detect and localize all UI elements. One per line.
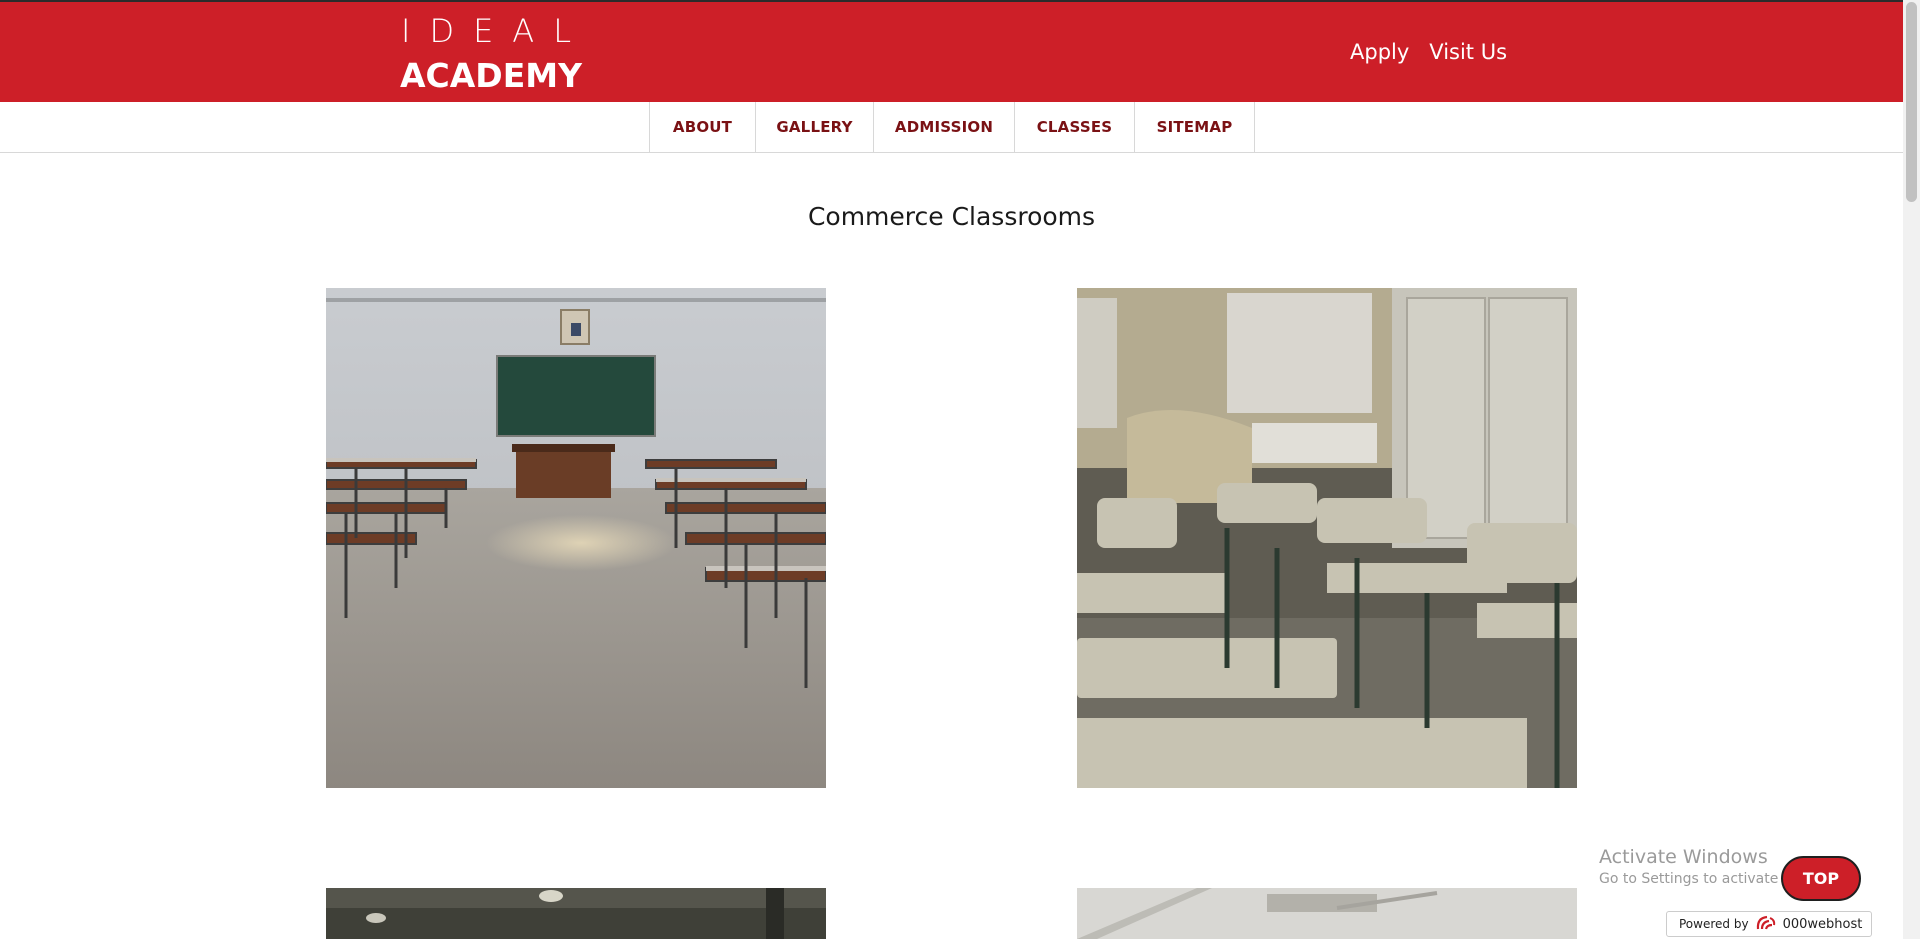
logo-ideal[interactable]: IDEAL [401, 12, 590, 50]
nav-menu: ABOUT GALLERY ADMISSION CLASSES SITEMAP [649, 102, 1255, 152]
powered-by-badge[interactable]: Powered by 000webhost [1666, 911, 1872, 937]
nav-classes[interactable]: CLASSES [1015, 102, 1135, 152]
webhost-name: 000webhost [1782, 916, 1863, 932]
nav-admission[interactable]: ADMISSION [874, 102, 1015, 152]
webhost-logo-icon [1755, 914, 1777, 935]
classroom-photo-1[interactable] [326, 288, 826, 788]
main-navigation: ABOUT GALLERY ADMISSION CLASSES SITEMAP [0, 102, 1903, 153]
page-title: Commerce Classrooms [807, 202, 1096, 231]
scroll-top-button[interactable]: TOP [1781, 856, 1861, 901]
nav-about[interactable]: ABOUT [650, 102, 756, 152]
classroom-photo-2[interactable] [1077, 288, 1577, 788]
classroom-photo-4[interactable] [1077, 888, 1577, 939]
classroom-photo-3[interactable] [326, 888, 826, 939]
visit-us-link[interactable]: Visit Us [1429, 40, 1507, 64]
logo-academy[interactable]: ACADEMY [400, 56, 582, 95]
header-links: Apply Visit Us [1350, 40, 1507, 64]
site-header: IDEAL ACADEMY Apply Visit Us [0, 2, 1903, 102]
apply-link[interactable]: Apply [1350, 40, 1409, 64]
nav-gallery[interactable]: GALLERY [756, 102, 874, 152]
scrollbar-thumb[interactable] [1906, 2, 1917, 202]
vertical-scrollbar[interactable] [1903, 0, 1920, 939]
powered-by-label: Powered by [1679, 917, 1749, 931]
nav-sitemap[interactable]: SITEMAP [1135, 102, 1255, 152]
